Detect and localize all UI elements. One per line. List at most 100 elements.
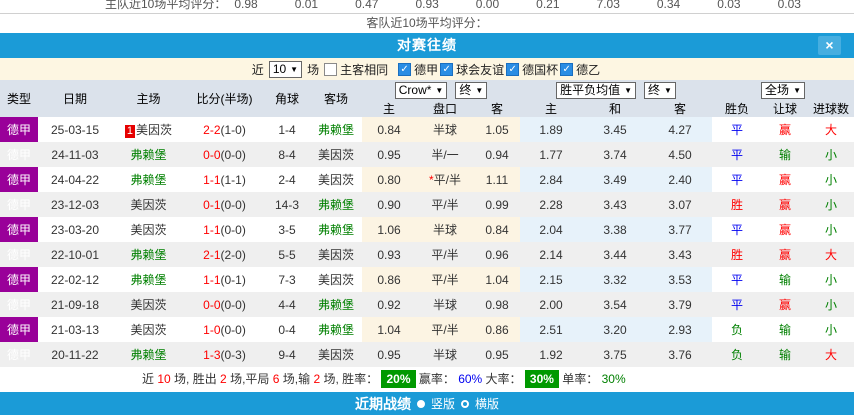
caret-down-icon: ▼ (624, 83, 632, 98)
filter-checkbox[interactable]: ✓球会友谊 (440, 61, 504, 78)
close-button[interactable]: × (818, 36, 841, 55)
cell-avg-home-odds: 2.84 (520, 167, 582, 192)
halftime-score: (0-0) (221, 148, 246, 162)
fulltime-score: 0-0 (203, 148, 220, 162)
caret-down-icon: ▼ (664, 83, 672, 98)
cell-corners: 3-5 (264, 217, 310, 242)
cell-handicap-result: 输 (762, 342, 808, 367)
checkbox-label[interactable]: 主客相同 (340, 61, 388, 78)
odds-time-select-2[interactable]: 终 ▼ (644, 82, 676, 99)
match-count-select[interactable]: 10 ▼ (269, 61, 302, 78)
home-team-name: 弗赖堡 (130, 173, 166, 187)
cell-league: 德甲 (0, 117, 38, 142)
cell-handicap-result: 赢 (762, 217, 808, 242)
away-team-name: 弗赖堡 (318, 298, 354, 312)
handicap-text: 半球 (433, 223, 457, 237)
filter-checkbox[interactable]: ✓德国杯 (506, 61, 558, 78)
away-team-name: 弗赖堡 (318, 323, 354, 337)
cell-away-team: 美因茨 (310, 342, 362, 367)
cell-date: 23-03-20 (38, 217, 112, 242)
cell-avg-draw-odds: 3.74 (582, 142, 648, 167)
footer-option-label[interactable]: 竖版 (431, 395, 455, 412)
cell-goals-result: 大 (808, 342, 854, 367)
summary-text: 60% (458, 372, 482, 386)
filter-checkbox[interactable]: ✓德乙 (560, 61, 600, 78)
checkbox-checked-icon[interactable]: ✓ (560, 63, 573, 76)
footer-option-label[interactable]: 横版 (475, 395, 499, 412)
cell-corners: 7-3 (264, 267, 310, 292)
cell-avg-draw-odds: 3.54 (582, 292, 648, 317)
filter-checkbox[interactable]: ✓德甲 (398, 61, 438, 78)
cell-avg-away-odds: 4.27 (648, 117, 712, 142)
checkbox-checked-icon[interactable]: ✓ (440, 63, 453, 76)
filter-checkbox[interactable]: 主客相同 (324, 61, 388, 78)
cell-league: 德甲 (0, 292, 38, 317)
cell-avg-away-odds: 3.79 (648, 292, 712, 317)
checkbox-label[interactable]: 球会友谊 (456, 61, 504, 78)
cell-goals-result: 大 (808, 242, 854, 267)
cell-league: 德甲 (0, 267, 38, 292)
header-away: 客场 (310, 80, 362, 117)
cell-handicap: 平/半 (416, 242, 474, 267)
summary-text: 单率： (559, 372, 602, 386)
cell-date: 20-11-22 (38, 342, 112, 367)
cell-score: 0-1(0-0) (185, 192, 264, 217)
halftime-score: (0-1) (221, 273, 246, 287)
radio-unselected-icon[interactable] (461, 400, 469, 408)
cell-avg-draw-odds: 3.49 (582, 167, 648, 192)
cell-crown-away-odds: 1.04 (474, 267, 520, 292)
cell-date: 21-09-18 (38, 292, 112, 317)
home-team-name: 美因茨 (130, 323, 166, 337)
fulltime-score: 0-1 (203, 198, 220, 212)
handicap-text: 平/半 (434, 173, 461, 187)
cell-handicap: 平/半 (416, 267, 474, 292)
summary-text: 场,输 (279, 372, 313, 386)
checkbox-label[interactable]: 德甲 (414, 61, 438, 78)
cell-away-team: 美因茨 (310, 142, 362, 167)
cell-score: 1-1(0-0) (185, 217, 264, 242)
cell-crown-home-odds: 0.86 (362, 267, 416, 292)
cell-score: 0-0(0-0) (185, 292, 264, 317)
summary-text: 场,平局 (227, 372, 273, 386)
handicap-text: 平/半 (431, 198, 458, 212)
subheader-avg-draw: 和 (582, 100, 648, 117)
cell-home-team: 美因茨 (112, 317, 185, 342)
caret-down-icon: ▼ (290, 62, 298, 77)
cell-score: 1-1(1-1) (185, 167, 264, 192)
dialog-title: 对赛往绩 (397, 37, 457, 53)
avg-odds-select[interactable]: 胜平负均值 ▼ (556, 82, 636, 99)
summary-text: 10 (157, 372, 170, 386)
cell-crown-away-odds: 0.86 (474, 317, 520, 342)
cell-crown-home-odds: 0.95 (362, 342, 416, 367)
cell-crown-home-odds: 0.95 (362, 142, 416, 167)
odds-time-value-1: 终 (459, 83, 471, 98)
checkbox-label[interactable]: 德国杯 (522, 61, 558, 78)
checkbox-unchecked-icon[interactable] (324, 63, 337, 76)
cell-corners: 2-4 (264, 167, 310, 192)
cell-league: 德甲 (0, 192, 38, 217)
header-score: 比分(半场) (185, 80, 264, 117)
cell-handicap: 平/半 (416, 317, 474, 342)
cell-avg-draw-odds: 3.45 (582, 117, 648, 142)
cell-handicap-result: 赢 (762, 167, 808, 192)
halftime-score: (2-0) (221, 248, 246, 262)
cell-score: 1-1(0-1) (185, 267, 264, 292)
odds-source-select[interactable]: Crow* ▼ (395, 82, 448, 99)
cell-crown-away-odds: 1.05 (474, 117, 520, 142)
checkbox-checked-icon[interactable]: ✓ (398, 63, 411, 76)
cell-handicap-result: 输 (762, 317, 808, 342)
cell-score: 0-0(0-0) (185, 142, 264, 167)
cell-goals-result: 小 (808, 167, 854, 192)
rate-badge: 20% (381, 370, 415, 388)
cell-corners: 0-4 (264, 317, 310, 342)
odds-time-select-1[interactable]: 终 ▼ (455, 82, 487, 99)
odds-source-value: Crow* (399, 83, 432, 98)
radio-selected-icon[interactable] (417, 400, 425, 408)
checkbox-checked-icon[interactable]: ✓ (506, 63, 519, 76)
checkbox-label[interactable]: 德乙 (576, 61, 600, 78)
away-team-name: 美因茨 (318, 273, 354, 287)
rating-value: 0.00 (476, 0, 499, 11)
cell-date: 24-04-22 (38, 167, 112, 192)
match-row: 德甲23-03-20美因茨1-1(0-0)3-5弗赖堡1.06半球0.842.0… (0, 217, 854, 242)
scope-select[interactable]: 全场 ▼ (761, 82, 805, 99)
